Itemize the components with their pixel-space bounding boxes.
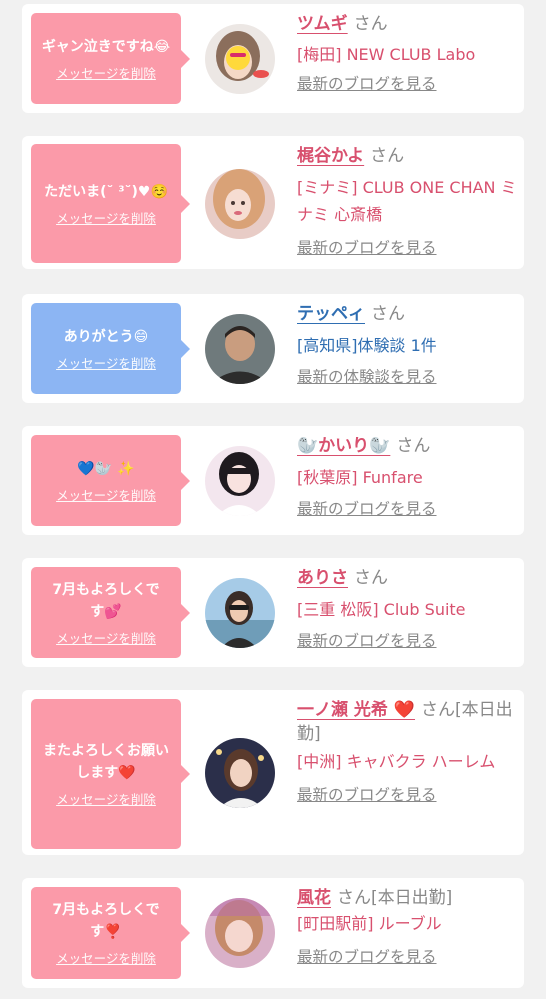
- user-name-link[interactable]: 風花: [297, 888, 331, 908]
- message-card: 7月もよろしくです💕 メッセージを削除 ありさ さん [三重 松阪] Club S…: [22, 558, 524, 667]
- user-name-link[interactable]: 一ノ瀬 光希 ❤️: [297, 700, 415, 720]
- avatar[interactable]: [205, 446, 275, 516]
- latest-experience-link[interactable]: 最新の体験談を見る: [297, 365, 437, 387]
- message-text: またよろしくお願いします❤️: [43, 743, 169, 781]
- user-info: 🦭かいり🦭 さん [秋葉原] Funfare 最新のブログを見る: [297, 434, 519, 519]
- latest-blog-link[interactable]: 最新のブログを見る: [297, 72, 437, 94]
- avatar[interactable]: [205, 169, 275, 239]
- shop-info: [三重 松阪] Club Suite: [297, 600, 466, 619]
- message-text: 💙🦭 ✨: [77, 460, 135, 477]
- avatar[interactable]: [205, 314, 275, 384]
- message-card: 7月もよろしくです❣️ メッセージを削除 風花 さん[本日出勤] [町田駅前] ル…: [22, 878, 524, 988]
- user-info: ありさ さん [三重 松阪] Club Suite 最新のブログを見る: [297, 566, 519, 651]
- avatar[interactable]: [205, 898, 275, 968]
- latest-blog-link[interactable]: 最新のブログを見る: [297, 236, 437, 258]
- delete-message-link[interactable]: メッセージを削除: [56, 353, 156, 372]
- shop-info: [高知県]体験談 1件: [297, 336, 437, 355]
- delete-message-link[interactable]: メッセージを削除: [56, 208, 156, 227]
- shop-info: [秋葉原] Funfare: [297, 468, 423, 487]
- message-bubble: ただいま(˘ ³˘)♥☺️ メッセージを削除: [31, 144, 190, 263]
- shop-info: [町田駅前] ルーブル: [297, 914, 442, 933]
- message-text: 7月もよろしくです💕: [52, 581, 160, 620]
- message-bubble: ギャン泣きですね😂 メッセージを削除: [31, 13, 190, 104]
- avatar[interactable]: [205, 738, 275, 808]
- delete-message-link[interactable]: メッセージを削除: [56, 63, 156, 82]
- shop-info: [ミナミ] CLUB ONE CHAN ミナミ 心斎橋: [297, 178, 517, 224]
- honorific: さん: [396, 436, 431, 456]
- shop-info: [中洲] キャバクラ ハーレム: [297, 752, 496, 771]
- message-card: ギャン泣きですね😂 メッセージを削除 ツムギ さん [梅田] NEW CLUB L…: [22, 4, 524, 113]
- user-name-link[interactable]: テッペィ: [297, 304, 365, 324]
- latest-blog-link[interactable]: 最新のブログを見る: [297, 497, 437, 519]
- user-info: 風花 さん[本日出勤] [町田駅前] ルーブル 最新のブログを見る: [297, 886, 519, 967]
- latest-blog-link[interactable]: 最新のブログを見る: [297, 629, 437, 651]
- avatar[interactable]: [205, 24, 275, 94]
- user-name-link[interactable]: ありさ: [297, 568, 348, 588]
- honorific: さん: [354, 568, 388, 588]
- message-card: またよろしくお願いします❤️ メッセージを削除 一ノ瀬 光希 ❤️ さん[本日出勤…: [22, 690, 524, 855]
- user-name-link[interactable]: 🦭かいり🦭: [297, 436, 390, 456]
- latest-blog-link[interactable]: 最新のブログを見る: [297, 783, 437, 805]
- message-card: ありがとう😄 メッセージを削除 テッペィ さん [高知県]体験談 1件 最新の体験…: [22, 294, 524, 403]
- delete-message-link[interactable]: メッセージを削除: [56, 948, 156, 967]
- honorific: さん: [371, 304, 405, 324]
- message-text: ただいま(˘ ³˘)♥☺️: [44, 183, 168, 200]
- message-card: 💙🦭 ✨ メッセージを削除 🦭かいり🦭 さん [秋葉原] Funfare 最新のブ…: [22, 426, 524, 535]
- shop-info: [梅田] NEW CLUB Labo: [297, 45, 476, 64]
- message-card: ただいま(˘ ³˘)♥☺️ メッセージを削除 梶谷かよ さん [ミナミ] CLUB…: [22, 136, 524, 269]
- user-info: ツムギ さん [梅田] NEW CLUB Labo 最新のブログを見る: [297, 12, 519, 94]
- avatar[interactable]: [205, 578, 275, 648]
- user-info: 一ノ瀬 光希 ❤️ さん[本日出勤] [中洲] キャバクラ ハーレム 最新のブログ…: [297, 698, 519, 805]
- user-name-link[interactable]: ツムギ: [297, 14, 348, 34]
- message-bubble: またよろしくお願いします❤️ メッセージを削除: [31, 699, 190, 849]
- delete-message-link[interactable]: メッセージを削除: [56, 789, 156, 808]
- user-info: 梶谷かよ さん [ミナミ] CLUB ONE CHAN ミナミ 心斎橋 最新のブロ…: [297, 144, 519, 258]
- user-name-link[interactable]: 梶谷かよ: [297, 146, 364, 166]
- message-text: 7月もよろしくです❣️: [52, 902, 160, 940]
- honorific: さん: [353, 14, 388, 34]
- latest-blog-link[interactable]: 最新のブログを見る: [297, 945, 437, 967]
- message-text: ギャン泣きですね😂: [41, 38, 171, 55]
- delete-message-link[interactable]: メッセージを削除: [56, 485, 156, 504]
- message-bubble: 7月もよろしくです💕 メッセージを削除: [31, 567, 190, 658]
- honorific: さん: [370, 146, 405, 166]
- user-info: テッペィ さん [高知県]体験談 1件 最新の体験談を見る: [297, 302, 519, 387]
- message-bubble: ありがとう😄 メッセージを削除: [31, 303, 190, 394]
- message-bubble: 7月もよろしくです❣️ メッセージを削除: [31, 887, 190, 979]
- message-text: ありがとう😄: [63, 328, 149, 345]
- message-bubble: 💙🦭 ✨ メッセージを削除: [31, 435, 190, 526]
- delete-message-link[interactable]: メッセージを削除: [56, 628, 156, 647]
- honorific: さん[本日出勤]: [337, 888, 453, 908]
